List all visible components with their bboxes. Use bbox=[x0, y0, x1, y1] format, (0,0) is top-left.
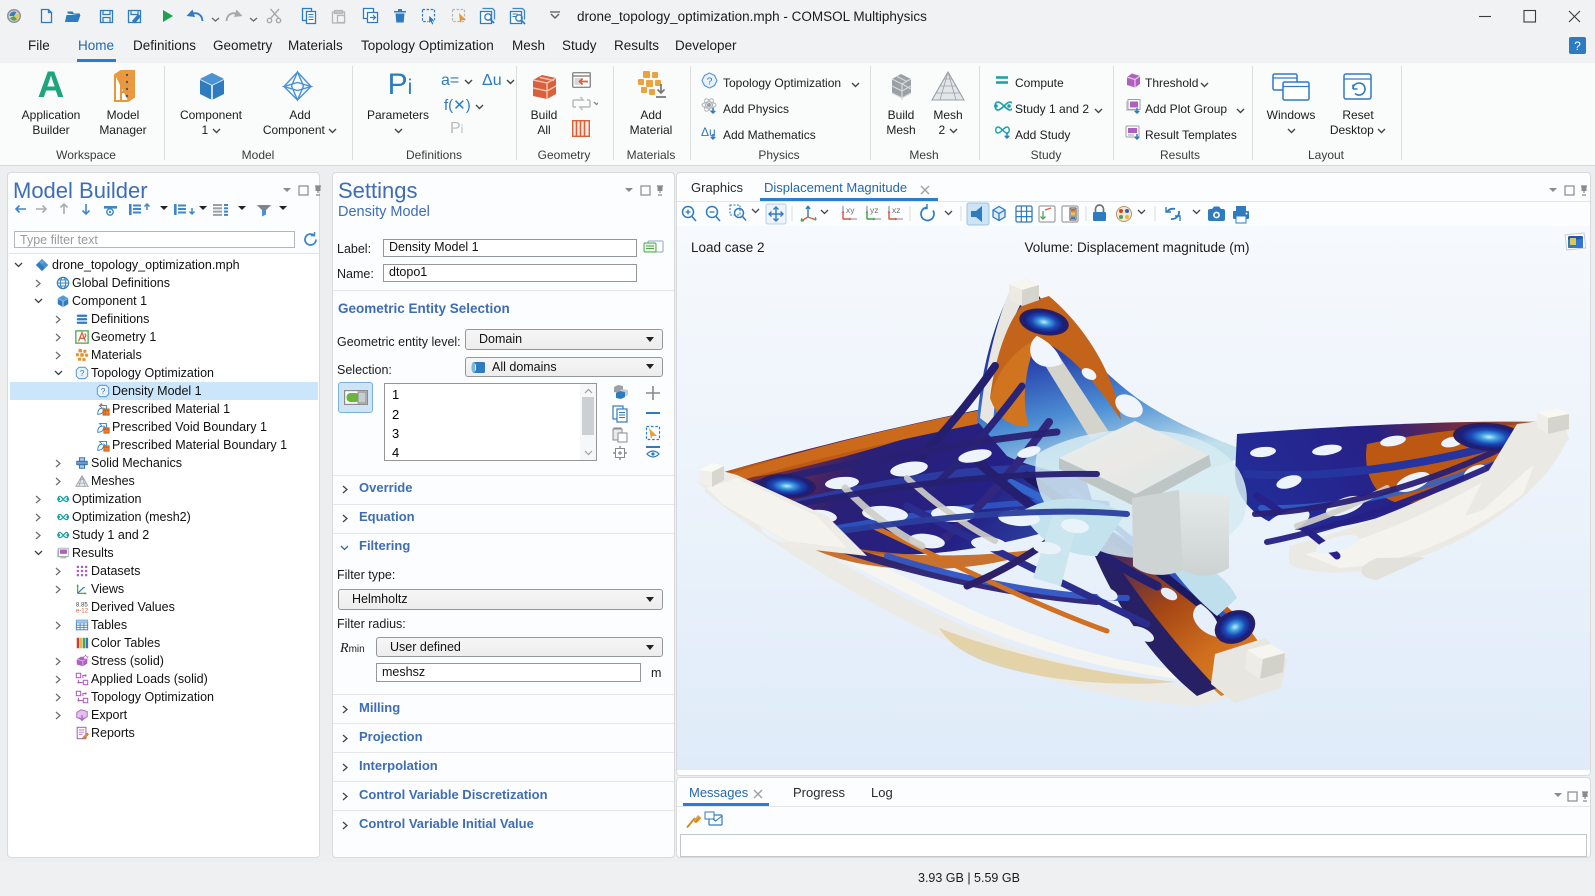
svg-text:xy: xy bbox=[846, 205, 855, 215]
svg-text:?: ? bbox=[1574, 39, 1581, 53]
svg-text:xz: xz bbox=[892, 205, 901, 215]
svg-text:yz: yz bbox=[870, 205, 879, 215]
svg-text:?: ? bbox=[707, 76, 713, 88]
